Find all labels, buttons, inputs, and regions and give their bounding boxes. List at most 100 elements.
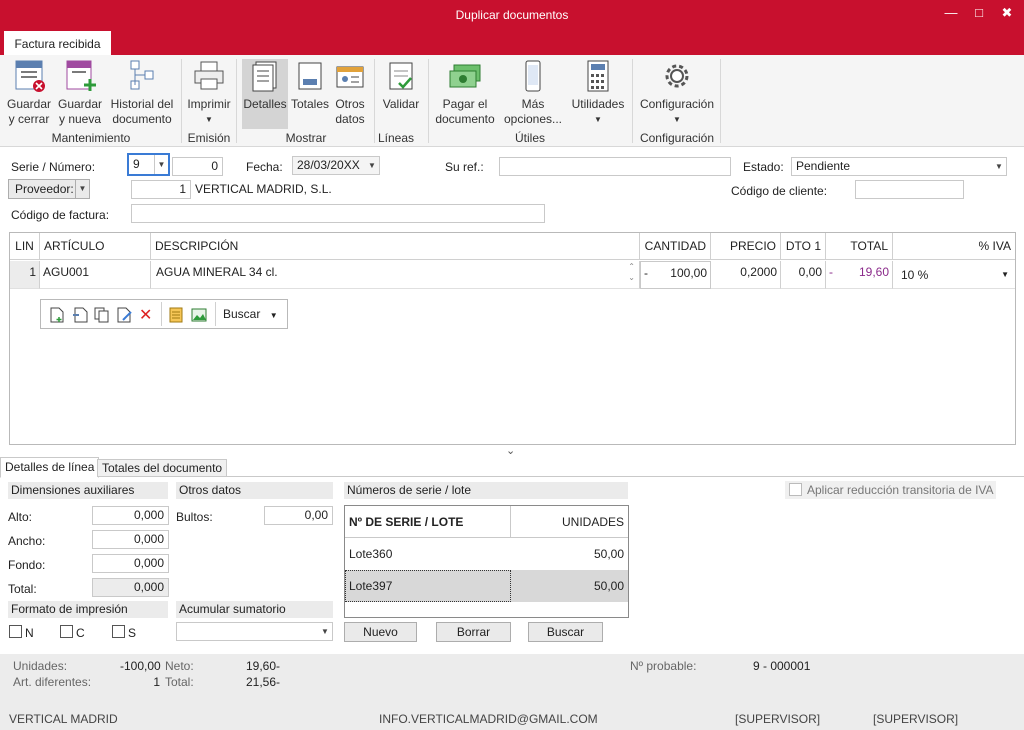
lower-tabs: Detalles de línea Totales del documento <box>0 457 1024 478</box>
serie-select[interactable]: 9 ▼ <box>127 153 170 176</box>
save-new-label: Guardar y nueva <box>57 97 103 126</box>
cell-dto[interactable]: 0,00 <box>781 261 826 289</box>
nuevo-button[interactable]: Nuevo <box>344 622 417 642</box>
group-lineas: Líneas <box>377 131 415 145</box>
series-table[interactable]: Nº DE SERIE / LOTE UNIDADES Lote360 50,0… <box>344 505 629 618</box>
details-button[interactable]: Detalles <box>242 59 288 129</box>
neto-value: 19,60- <box>246 659 281 673</box>
col-header-lin[interactable]: LIN <box>10 233 40 260</box>
print-label: Imprimir <box>187 97 231 111</box>
neto-label: Neto: <box>165 659 194 673</box>
codigo-factura-input[interactable] <box>131 204 545 223</box>
cell-articulo[interactable]: AGU001 <box>40 261 151 289</box>
ancho-input[interactable]: 0,000 <box>92 530 169 549</box>
checkbox-s[interactable] <box>112 625 125 638</box>
otros-datos-title: Otros datos <box>176 482 333 499</box>
reduccion-iva-row[interactable]: Aplicar reducción transitoria de IVA <box>785 481 996 499</box>
proveedor-button[interactable]: Proveedor: ▼ <box>8 179 90 199</box>
suref-input[interactable] <box>499 157 731 176</box>
other-data-button[interactable]: Otros datos <box>332 59 368 127</box>
total-value: 21,56- <box>246 675 281 689</box>
lines-grid[interactable]: LIN ARTÍCULO DESCRIPCIÓN CANTIDAD PRECIO… <box>9 232 1016 445</box>
buscar-button[interactable]: Buscar <box>528 622 603 642</box>
gear-icon <box>660 59 694 93</box>
history-button[interactable]: Historial del documento <box>108 59 176 127</box>
cell-iva[interactable]: 10 % ▼ <box>893 261 1015 289</box>
edit-line-icon[interactable] <box>117 307 133 326</box>
checkbox-c[interactable] <box>60 625 73 638</box>
minimize-button[interactable]: — <box>943 5 959 21</box>
ribbon-tab-bar <box>0 31 1024 55</box>
chevron-down-icon: ▼ <box>594 115 602 124</box>
save-new-button[interactable]: Guardar y nueva <box>56 59 104 127</box>
new-line-icon[interactable] <box>50 307 64 326</box>
spin-arrows-icon[interactable]: ⌃ ⌄ <box>628 261 635 283</box>
alto-input[interactable]: 0,000 <box>92 506 169 525</box>
pay-document-button[interactable]: Pagar el documento <box>434 59 496 127</box>
validate-button[interactable]: Validar <box>380 59 422 112</box>
codigo-cliente-input[interactable] <box>855 180 964 199</box>
image-icon[interactable] <box>191 307 207 326</box>
reduccion-iva-checkbox[interactable] <box>789 483 802 496</box>
delete-line-icon[interactable]: ✕ <box>139 305 152 325</box>
cell-total[interactable]: - 19,60 <box>826 261 893 289</box>
borrar-button[interactable]: Borrar <box>436 622 511 642</box>
fecha-input[interactable]: 28/03/20XX ▼ <box>292 156 380 175</box>
col-header-iva[interactable]: % IVA <box>893 233 1015 260</box>
cell-lin[interactable]: 1 <box>10 261 40 289</box>
notes-icon[interactable] <box>168 307 184 326</box>
tab-totales-documento[interactable]: Totales del documento <box>97 459 228 477</box>
status-user: [SUPERVISOR] <box>735 712 821 726</box>
save-close-icon <box>12 59 46 93</box>
save-close-button[interactable]: Guardar y cerrar <box>6 59 52 127</box>
col-header-cantidad[interactable]: CANTIDAD <box>640 233 711 260</box>
totals-button[interactable]: Totales <box>290 59 330 112</box>
tab-factura-recibida[interactable]: Factura recibida <box>4 31 111 55</box>
col-header-lote[interactable]: Nº DE SERIE / LOTE <box>345 506 511 538</box>
copy-line-icon[interactable] <box>94 307 110 326</box>
col-header-dto[interactable]: DTO 1 <box>781 233 826 260</box>
col-header-unidades[interactable]: UNIDADES <box>511 506 628 538</box>
table-row[interactable]: Lote397 50,00 <box>345 570 628 602</box>
close-button[interactable]: ✖ <box>999 5 1015 21</box>
proveedor-code-input[interactable]: 1 <box>131 180 191 199</box>
cell-descripcion[interactable]: AGUA MINERAL 34 cl. ⌃ ⌄ <box>151 261 640 289</box>
tab-detalles-linea[interactable]: Detalles de línea <box>0 457 100 478</box>
more-options-button[interactable]: Más opciones... <box>500 59 566 127</box>
total-value: 19,60 <box>858 265 889 279</box>
buscar-dropdown[interactable]: Buscar ▼ <box>223 307 278 321</box>
details-icon <box>248 59 282 93</box>
chevron-down-icon[interactable]: ▼ <box>365 157 379 174</box>
col-header-precio[interactable]: PRECIO <box>711 233 781 260</box>
checkbox-n-label: N <box>25 626 34 640</box>
collapse-chevron-icon[interactable]: ⌄ <box>506 444 515 457</box>
phone-icon <box>516 59 550 93</box>
chevron-down-icon[interactable]: ▼ <box>318 623 332 640</box>
acumular-select[interactable]: ▼ <box>176 622 333 641</box>
cell-cantidad[interactable]: - 100,00 <box>640 261 711 289</box>
numero-input[interactable]: 0 <box>172 157 223 176</box>
estado-select[interactable]: Pendiente ▼ <box>791 157 1007 176</box>
col-header-total[interactable]: TOTAL <box>826 233 893 260</box>
col-header-descripcion[interactable]: DESCRIPCIÓN <box>151 233 640 260</box>
chevron-down-icon[interactable]: ▼ <box>75 180 89 198</box>
bultos-input[interactable]: 0,00 <box>264 506 333 525</box>
fondo-input[interactable]: 0,000 <box>92 554 169 573</box>
checkbox-n[interactable] <box>9 625 22 638</box>
print-button[interactable]: Imprimir ▼ <box>186 59 232 127</box>
col-header-articulo[interactable]: ARTÍCULO <box>40 233 151 260</box>
total-dim-value: 0,000 <box>92 578 169 597</box>
chevron-down-icon[interactable]: ▼ <box>154 155 168 174</box>
numero-probable-label: Nº probable: <box>630 659 697 673</box>
art-diferentes-label: Art. diferentes: <box>13 675 92 689</box>
chevron-down-icon[interactable]: ▼ <box>1001 264 1009 286</box>
maximize-button[interactable]: □ <box>971 5 987 21</box>
totals-icon <box>293 59 327 93</box>
utilities-button[interactable]: Utilidades ▼ <box>570 59 626 127</box>
cell-precio[interactable]: 0,2000 <box>711 261 781 289</box>
chevron-down-icon[interactable]: ▼ <box>992 158 1006 175</box>
total-dim-label: Total: <box>8 582 37 596</box>
configuration-button[interactable]: Configuración ▼ <box>638 59 716 127</box>
table-row[interactable]: Lote360 50,00 <box>345 538 628 570</box>
insert-line-icon[interactable] <box>72 307 88 326</box>
